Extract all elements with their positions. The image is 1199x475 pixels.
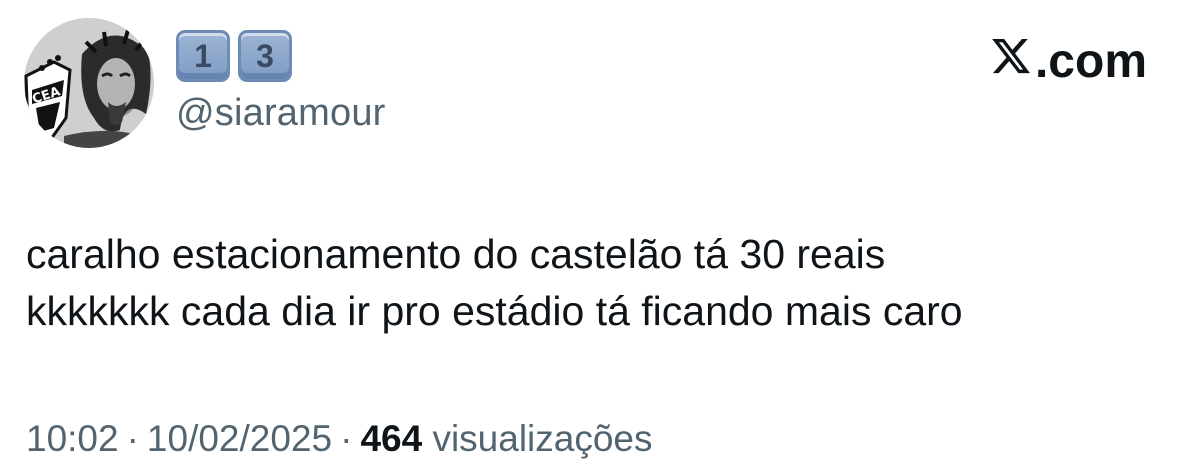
tweet-text: caralho estacionamento do castelão tá 30… [26,226,1176,340]
tweet-time[interactable]: 10:02 [26,418,119,459]
tweet-line: caralho estacionamento do castelão tá 30… [26,231,886,277]
meta-separator: · [126,418,139,459]
tweet-line: kkkkkkk cada dia ir pro estádio tá fican… [26,288,963,334]
keycap-digit-one: 1 [176,30,230,82]
x-com-logo: .com [989,34,1147,89]
views-count[interactable]: 464 [360,418,422,459]
display-name[interactable]: 1 3 [176,30,292,84]
keycap-digit-three: 3 [238,30,292,82]
avatar[interactable]: CEA [24,18,154,148]
avatar-image: CEA [24,18,154,148]
tweet-card: CEA 1 3 @siaramour .com caralho estacion… [0,0,1199,475]
user-handle[interactable]: @siaramour [176,92,386,135]
meta-separator: · [340,418,353,459]
x-logo-icon [992,38,1030,74]
tweet-date[interactable]: 10/02/2025 [147,418,332,459]
tweet-meta: 10:02 · 10/02/2025 · 464 visualizações [26,418,653,460]
logo-domain-suffix: .com [1034,35,1147,88]
views-label[interactable]: visualizações [432,418,652,459]
